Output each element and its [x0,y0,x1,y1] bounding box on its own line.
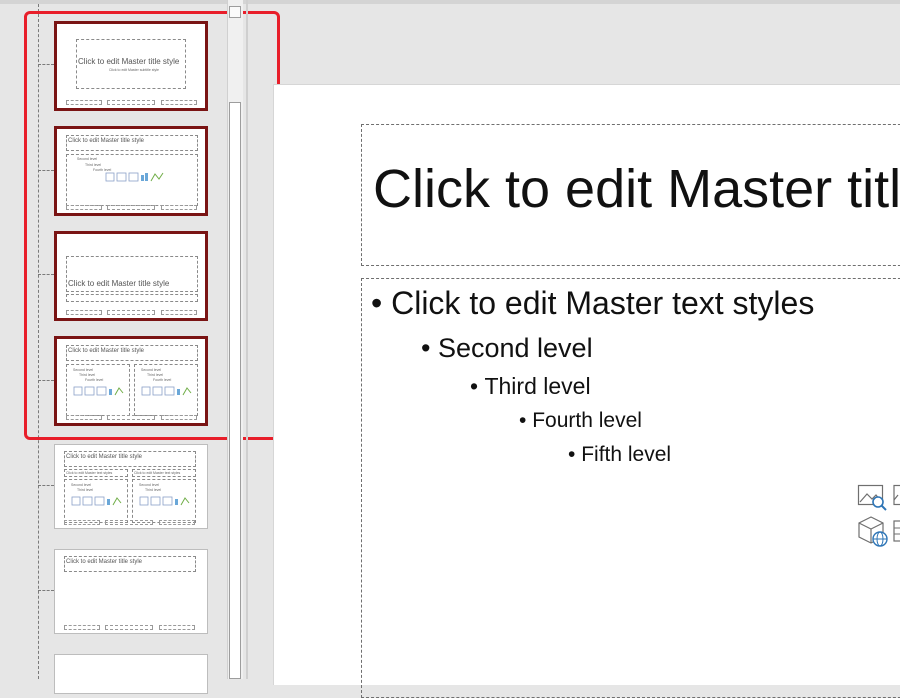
thumb-footer [64,520,100,525]
thumb-content-icons [139,496,190,506]
thumb-left-level-3: Third level [77,488,94,492]
level-3-text: Third level [484,373,591,399]
thumb-footer [159,625,195,630]
table-icon[interactable] [893,518,900,544]
bullet-level-4[interactable]: • Fourth level [519,409,642,433]
level-2-text: Second level [437,333,593,363]
tree-branch [38,485,54,486]
thumb-content-icons [71,496,122,506]
scrollbar-thumb[interactable] [229,102,241,679]
thumb-left-heading: Click to edit Master text styles [66,471,113,475]
layout-thumbnail-title-only[interactable]: Click to edit Master title style [54,549,208,634]
level-5-text: Fifth level [581,443,672,466]
layout-thumbnail-comparison[interactable]: Click to edit Master title style Click t… [54,444,208,529]
bullet-level-5[interactable]: • Fifth level [568,443,671,467]
thumb-left-level-2: Second level [71,483,92,487]
layout-thumbnail-blank[interactable] [54,654,208,694]
thumb-title-text: Click to edit Master title style [66,454,143,460]
thumb-right-heading: Click to edit Master text styles [134,471,181,475]
thumb-right-level-3: Third level [145,488,162,492]
pane-divider[interactable] [246,0,248,679]
online-picture-icon[interactable] [857,482,888,512]
thumb-footer [105,625,153,630]
bullet-level-1[interactable]: • Click to edit Master text styles [371,285,814,322]
thumb-footer [64,625,100,630]
title-placeholder-text[interactable]: Click to edit Master title style [373,158,900,220]
thumb-footer [105,520,153,525]
tree-branch [38,590,54,591]
thumb-title-text: Click to edit Master title style [66,559,143,565]
bullet-level-3[interactable]: • Third level [470,373,591,400]
thumb-footer [159,520,195,525]
3d-model-icon[interactable] [857,515,890,548]
level-4-text: Fourth level [532,409,642,432]
bullet-level-2[interactable]: • Second level [421,333,593,364]
picture-icon[interactable] [893,482,900,510]
thumb-right-level-2: Second level [139,483,160,487]
scroll-up-button[interactable] [229,6,241,18]
level-1-text: Click to edit Master text styles [391,285,815,321]
